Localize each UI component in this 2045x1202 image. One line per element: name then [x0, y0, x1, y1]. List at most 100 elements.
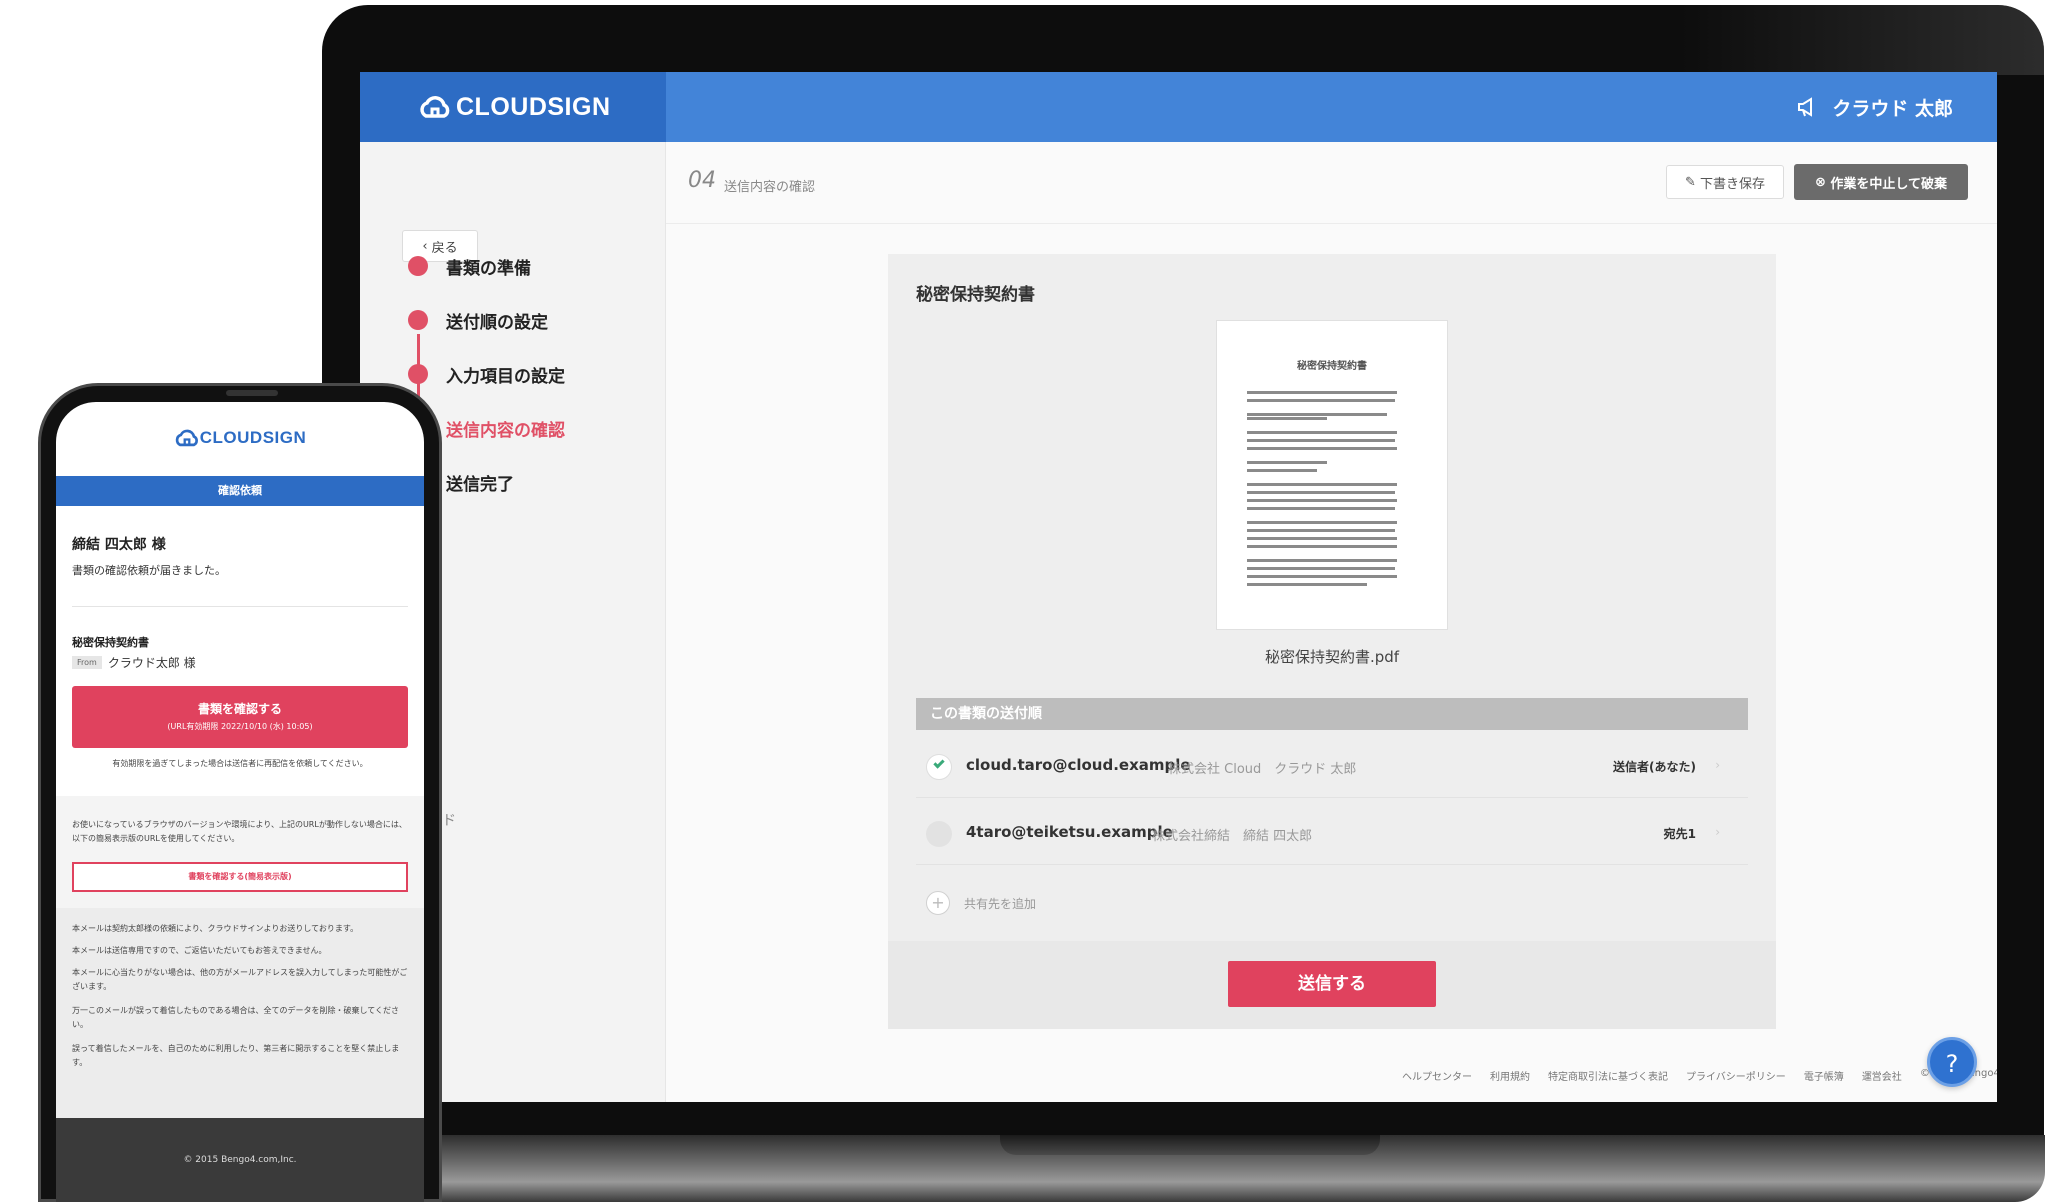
step-dot — [408, 256, 428, 276]
from-tag: From — [72, 656, 102, 669]
recipient-row[interactable]: 4taro@teiketsu.example 株式会社締結 締結 四太郎 宛先1… — [916, 799, 1748, 865]
cta-sub: (URL有効期限 2022/10/10 (水) 10:05) — [167, 722, 313, 731]
help-button[interactable]: ? — [1927, 1037, 1977, 1087]
laptop-glare — [1680, 5, 2044, 75]
thumbnail-text-line — [1247, 447, 1397, 450]
phone-brand-name: CLOUDSIGN — [199, 428, 307, 447]
footer-link[interactable]: 運営会社 — [1862, 1068, 1902, 1083]
phone-brand-logo: CLOUDSIGN — [56, 428, 424, 448]
cancel-circle-icon: ⊗ — [1814, 174, 1831, 190]
app-header: CLOUDSIGN クラウド 太郎 — [360, 72, 1997, 142]
recipient-org: 株式会社 Cloud クラウド 太郎 — [1168, 762, 1357, 777]
note-text: 本メールに心当たりがない場合は、他の方がメールアドレスを誤入力してしまった可能性… — [72, 968, 408, 991]
note-text: 本メールは送信専用ですので、ご返信いただいてもお答えできません。 — [72, 946, 327, 955]
check-icon — [933, 757, 945, 769]
phone-recipient: 締結 四太郎 様 — [72, 537, 166, 553]
step-label: 送信完了 — [446, 474, 514, 495]
abort-button[interactable]: ⊗ 作業を中止して破棄 — [1794, 164, 1968, 200]
chevron-left-icon: ‹ — [422, 238, 432, 254]
confirmation-card: 秘密保持契約書 秘密保持契約書 秘密保持契約書.pdf この書類の送付順 clo… — [888, 254, 1776, 1029]
step-document-prep[interactable]: 書類の準備 — [408, 254, 531, 279]
add-share-label: 共有先を追加 — [964, 896, 1037, 911]
cloud-logo-icon — [420, 96, 450, 118]
thumbnail-text-line — [1247, 529, 1395, 532]
thumbnail-text-line — [1247, 491, 1395, 494]
cta-main: 書類を確認する — [197, 702, 282, 716]
document-thumbnail[interactable]: 秘密保持契約書 — [1216, 320, 1448, 630]
save-draft-button[interactable]: ✎ 下書き保存 — [1666, 165, 1784, 199]
thumbnail-text-line — [1247, 521, 1397, 524]
thumbnail-text-line — [1247, 439, 1395, 442]
phone-speaker — [226, 390, 278, 396]
recipient-status — [926, 754, 952, 780]
thumbnail-text-line — [1247, 399, 1395, 402]
recipient-email: cloud.taro@cloud.example — [966, 756, 1191, 774]
step-dot — [408, 310, 428, 330]
expiry-note: 有効期限を過ぎてしまった場合は送信者に再配信を依頼してください。 — [112, 759, 368, 768]
recipient-role: 送信者(あなた) — [1613, 760, 1696, 774]
step-dot — [408, 364, 428, 384]
cloud-logo-icon — [175, 429, 198, 447]
step-label: 入力項目の設定 — [446, 366, 565, 387]
footer-link[interactable]: ヘルプセンター — [1402, 1068, 1472, 1083]
megaphone-icon — [1798, 97, 1813, 117]
phone-message: 書類の確認依頼が届きました。 — [72, 564, 226, 577]
card-footer: 送信する — [888, 941, 1776, 1029]
note-text: 万一このメールが誤って着信したものである場合は、全てのデータを削除・破棄してくだ… — [72, 1006, 400, 1029]
laptop-notch — [1000, 1135, 1380, 1155]
chevron-right-icon: › — [1715, 758, 1720, 772]
thumbnail-text-line — [1247, 391, 1397, 394]
phone-sender: From クラウド太郎 様 — [72, 654, 196, 671]
phone-confirm-button[interactable]: 書類を確認する (URL有効期限 2022/10/10 (水) 10:05) — [72, 686, 408, 748]
phone-alt-section: お使いになっているブラウザのバージョンや環境により、上記のURLが動作しない場合… — [56, 796, 424, 908]
from-name: クラウド太郎 様 — [107, 656, 196, 670]
send-order-heading: この書類の送付順 — [916, 698, 1748, 730]
recipient-email: 4taro@teiketsu.example — [966, 823, 1173, 841]
thumbnail-text-line — [1247, 567, 1395, 570]
simple-view-button[interactable]: 書類を確認する(簡易表示版) — [72, 862, 408, 892]
phone-notes: 本メールは契約太郎様の依頼により、クラウドサインよりお送りしております。 本メー… — [56, 908, 424, 1118]
step-title: 送信内容の確認 — [724, 180, 816, 195]
step-send-order[interactable]: 送付順の設定 — [408, 308, 548, 333]
thumbnail-text-line — [1247, 431, 1397, 434]
edit-icon: ✎ — [1684, 174, 1700, 190]
add-share-button[interactable]: + 共有先を追加 — [926, 891, 1036, 915]
step-label: 送付順の設定 — [446, 312, 548, 333]
footer-link[interactable]: 特定商取引法に基づく表記 — [1548, 1068, 1668, 1083]
thumbnail-title: 秘密保持契約書 — [1297, 361, 1367, 372]
footer-link[interactable]: 電子帳簿 — [1804, 1068, 1844, 1083]
step-toolbar: 04 送信内容の確認 ✎ 下書き保存 ⊗ 作業を中止して破棄 — [666, 142, 1997, 224]
thumbnail-text-line — [1247, 537, 1397, 540]
chevron-right-icon: › — [1715, 825, 1720, 839]
step-label: 送信内容の確認 — [446, 420, 565, 441]
document-title: 秘密保持契約書 — [916, 285, 1035, 305]
phone-footer: © 2015 Bengo4.com,Inc. — [56, 1118, 424, 1202]
recipient-status — [926, 821, 952, 847]
thumbnail-text-line — [1247, 413, 1387, 416]
brand-name: CLOUDSIGN — [456, 92, 611, 121]
plus-icon: + — [926, 891, 950, 915]
divider — [72, 606, 408, 607]
thumbnail-text-line — [1247, 469, 1317, 472]
document-file-name[interactable]: 秘密保持契約書.pdf — [888, 646, 1776, 667]
thumbnail-text-line — [1247, 559, 1397, 562]
abort-label: 作業を中止して破棄 — [1830, 176, 1948, 192]
send-button[interactable]: 送信する — [1228, 961, 1436, 1007]
recipient-row[interactable]: cloud.taro@cloud.example 株式会社 Cloud クラウド… — [916, 732, 1748, 798]
thumbnail-text-line — [1247, 461, 1327, 464]
thumbnail-text-line — [1247, 483, 1397, 486]
phone-doc-title: 秘密保持契約書 — [72, 636, 149, 649]
phone-banner: 確認依頼 — [56, 476, 424, 506]
thumbnail-text-line — [1247, 575, 1397, 578]
user-name: クラウド 太郎 — [1832, 97, 1953, 120]
brand-logo[interactable]: CLOUDSIGN — [360, 72, 666, 142]
footer-links: ヘルプセンター 利用規約 特定商取引法に基づく表記 プライバシーポリシー 電子帳… — [1402, 1068, 1997, 1083]
recipient-role: 宛先1 — [1663, 827, 1696, 841]
thumbnail-text-line — [1247, 499, 1397, 502]
browser-note: お使いになっているブラウザのバージョンや環境により、上記のURLが動作しない場合… — [72, 820, 407, 843]
footer-link[interactable]: 利用規約 — [1490, 1068, 1530, 1083]
user-menu[interactable]: クラウド 太郎 — [1796, 72, 1953, 142]
step-input-fields[interactable]: 入力項目の設定 — [408, 362, 565, 387]
footer-link[interactable]: プライバシーポリシー — [1686, 1068, 1786, 1083]
thumbnail-text-line — [1247, 583, 1367, 586]
